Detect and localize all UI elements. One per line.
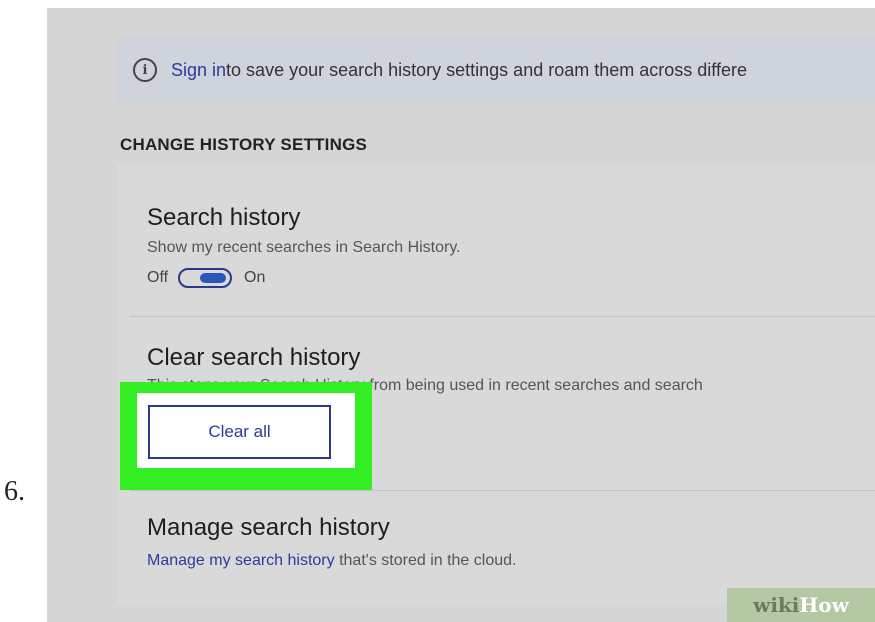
sign-in-banner: i Sign in to save your search history se… [117, 36, 875, 104]
search-history-toggle-row: Off On [147, 268, 265, 288]
wikihow-watermark: wiki How [727, 588, 875, 622]
manage-history-title: Manage search history [147, 514, 390, 541]
search-history-toggle[interactable] [178, 268, 233, 288]
toggle-on-label: On [244, 269, 266, 286]
manage-history-text: that's stored in the cloud. [334, 552, 517, 569]
toggle-knob [200, 273, 227, 283]
manage-history-description: Manage my search history that's stored i… [147, 552, 516, 570]
section-heading: CHANGE HISTORY SETTINGS [120, 135, 368, 154]
watermark-wiki: wiki [753, 593, 800, 617]
clear-history-title: Clear search history [147, 344, 361, 371]
manage-history-link[interactable]: Manage my search history [147, 552, 335, 569]
screenshot-frame: i Sign in to save your search history se… [47, 8, 875, 622]
watermark-how: How [799, 593, 849, 617]
divider [130, 316, 875, 317]
clear-all-button[interactable]: Clear all [148, 405, 331, 459]
banner-text: to save your search history settings and… [226, 59, 747, 80]
search-history-title: Search history [147, 204, 301, 231]
divider [130, 490, 875, 491]
sign-in-link[interactable]: Sign in [171, 60, 226, 81]
info-icon: i [133, 58, 157, 82]
step-number: 6. [4, 476, 25, 507]
search-history-description: Show my recent searches in Search Histor… [147, 239, 461, 256]
toggle-off-label: Off [147, 269, 169, 286]
